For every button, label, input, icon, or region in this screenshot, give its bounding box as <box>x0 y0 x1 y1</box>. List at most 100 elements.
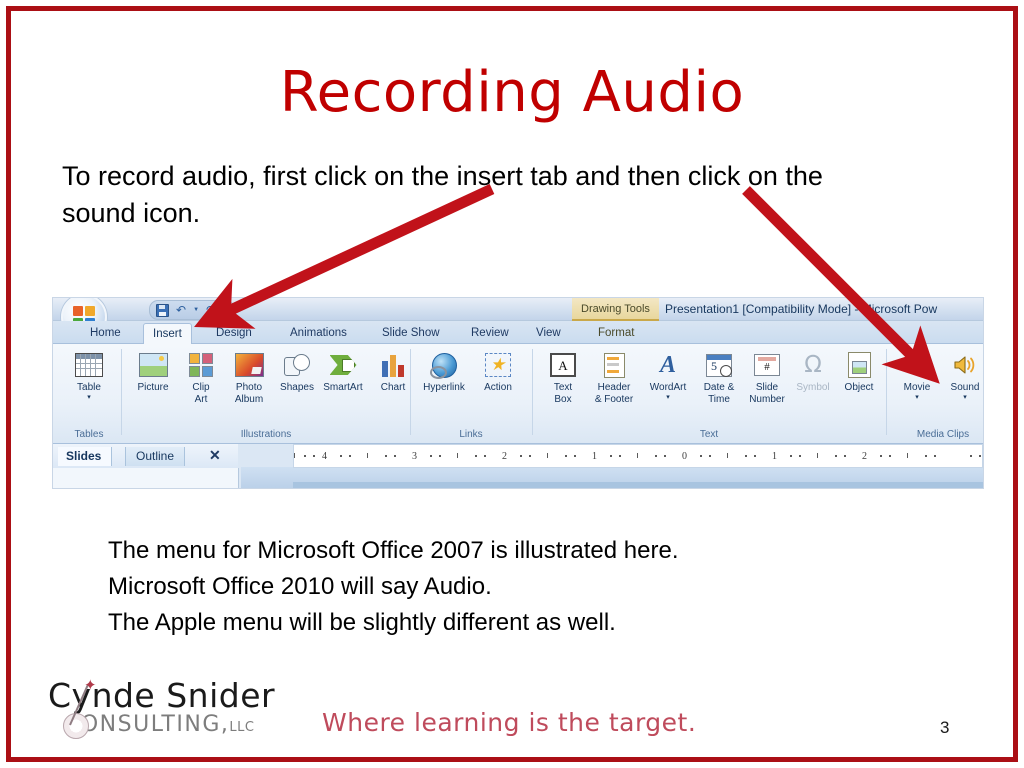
ppt-title-bar: Drawing Tools Presentation1 [Compatibili… <box>53 298 983 340</box>
close-icon[interactable]: ✕ <box>209 447 221 464</box>
orb-square-yellow <box>85 306 95 316</box>
customize-qat-icon[interactable]: ▾ <box>223 304 227 316</box>
chart-button[interactable]: Chart <box>367 348 419 394</box>
movie-dropdown-icon[interactable]: ▾ <box>891 394 943 401</box>
undo-dropdown-icon[interactable]: ▼ <box>193 304 199 316</box>
group-label-media-clips: Media Clips <box>916 429 970 440</box>
ruler-dot <box>349 455 351 457</box>
notes-line-1: The menu for Microsoft Office 2007 is il… <box>108 537 679 564</box>
ruler-dot <box>340 455 342 457</box>
wordart-dropdown-icon[interactable]: ▾ <box>641 394 695 401</box>
ruler-tick <box>367 453 368 458</box>
ruler-dot <box>610 455 612 457</box>
smartart-button[interactable]: SmartArt <box>315 348 371 394</box>
table-dropdown-icon[interactable]: ▾ <box>63 394 115 401</box>
ruler-dot <box>484 455 486 457</box>
sound-dropdown-icon[interactable]: ▾ <box>939 394 983 401</box>
powerpoint-screenshot: Drawing Tools Presentation1 [Compatibili… <box>52 297 984 489</box>
ribbon-tab-bar: Home Insert Design Animations Slide Show… <box>53 321 983 344</box>
object-button-label: Object <box>844 382 874 393</box>
ruler-dot <box>835 455 837 457</box>
header-footer-button-label: Header & Footer <box>594 382 634 405</box>
chart-icon <box>367 348 419 382</box>
undo-icon[interactable]: ↶ <box>176 304 186 316</box>
ruler-dot <box>925 455 927 457</box>
intro-text: To record audio, first click on the inse… <box>62 161 823 228</box>
notes-text: The menu for Microsoft Office 2007 is il… <box>108 533 888 641</box>
table-button[interactable]: Table ▾ <box>63 348 115 401</box>
pane-tab-outline[interactable]: Outline <box>125 447 186 466</box>
sound-button-label: Sound <box>950 382 980 393</box>
ruler-dot <box>385 455 387 457</box>
symbol-button-label: Symbol <box>796 382 830 393</box>
ruler-dot <box>880 455 882 457</box>
tab-format[interactable]: Format <box>589 323 643 343</box>
slide-number-button[interactable]: # Slide Number <box>741 348 793 406</box>
ruler-dot <box>664 455 666 457</box>
tab-slide-show[interactable]: Slide Show <box>373 323 449 343</box>
logo-company-tagline: CONSULTING,LLC <box>64 712 254 737</box>
quick-access-toolbar[interactable]: ↶ ▼ ↷ ▾ <box>149 300 236 320</box>
object-icon <box>833 348 885 382</box>
symbol-button[interactable]: Ω Symbol <box>787 348 839 394</box>
tab-home[interactable]: Home <box>81 323 130 343</box>
tab-view[interactable]: View <box>527 323 570 343</box>
ruler-tick <box>817 453 818 458</box>
ribbon: Table ▾ Tables Picture Clip Art Photo Al… <box>53 344 983 444</box>
header-footer-button[interactable]: Header & Footer <box>585 348 643 406</box>
tab-animations[interactable]: Animations <box>281 323 356 343</box>
picture-button[interactable]: Picture <box>127 348 179 394</box>
text-box-button[interactable]: A Text Box <box>537 348 589 406</box>
ruler-dot <box>934 455 936 457</box>
ruler-tick-label: 1 <box>592 450 597 462</box>
picture-icon <box>127 348 179 382</box>
hyperlink-button[interactable]: Hyperlink <box>415 348 473 394</box>
tab-review[interactable]: Review <box>462 323 518 343</box>
text-box-icon: A <box>537 348 589 382</box>
slide: Recording Audio To record audio, first c… <box>0 0 1024 768</box>
ruler-dot <box>799 455 801 457</box>
action-icon: ★ <box>471 348 525 382</box>
target-icon <box>63 713 89 739</box>
ruler-tick <box>637 453 638 458</box>
horizontal-ruler[interactable]: 4 3 2 1 0 1 2 <box>293 444 983 468</box>
speaker-glyph <box>954 356 975 374</box>
redo-icon[interactable]: ↷ <box>206 304 216 316</box>
orb-square-orange <box>73 306 83 316</box>
pane-tab-slides[interactable]: Slides <box>58 447 113 466</box>
save-icon[interactable] <box>156 303 169 317</box>
tab-design[interactable]: Design <box>207 323 261 343</box>
table-button-label: Table <box>77 382 101 393</box>
date-time-button[interactable]: 5 Date & Time <box>693 348 745 406</box>
action-button[interactable]: ★ Action <box>471 348 525 394</box>
logo-llc-text: LLC <box>229 720 255 735</box>
ruler-dot <box>313 455 315 457</box>
ruler-dot <box>745 455 747 457</box>
ruler-dot <box>889 455 891 457</box>
movie-button-label: Movie <box>903 382 931 393</box>
wordart-button[interactable]: A WordArt ▾ <box>641 348 695 401</box>
movie-button[interactable]: Movie ▾ <box>891 348 943 401</box>
hyperlink-button-label: Hyperlink <box>423 382 465 393</box>
table-icon <box>63 348 115 382</box>
ruler-tick <box>907 453 908 458</box>
date-time-icon: 5 <box>693 348 745 382</box>
ruler-dot <box>754 455 756 457</box>
sound-button[interactable]: Sound ▾ <box>939 348 983 401</box>
clip-art-button-label: Clip Art <box>192 382 210 405</box>
slide-number-button-label: Slide Number <box>749 382 785 405</box>
photo-album-button[interactable]: Photo Album <box>223 348 275 406</box>
ribbon-group-illustrations: Picture Clip Art Photo Album Shapes Smar… <box>127 345 405 441</box>
group-separator <box>886 349 887 435</box>
group-separator <box>410 349 411 435</box>
page-title: Recording Audio <box>279 60 745 125</box>
ruler-dot <box>439 455 441 457</box>
ruler-dot <box>709 455 711 457</box>
photo-album-icon <box>223 348 275 382</box>
contextual-tab-group-label: Drawing Tools <box>572 298 659 321</box>
ruler-dot <box>979 455 981 457</box>
clip-art-button[interactable]: Clip Art <box>175 348 227 406</box>
ruler-tick <box>547 453 548 458</box>
object-button[interactable]: Object <box>833 348 885 394</box>
tab-insert[interactable]: Insert <box>143 323 192 344</box>
